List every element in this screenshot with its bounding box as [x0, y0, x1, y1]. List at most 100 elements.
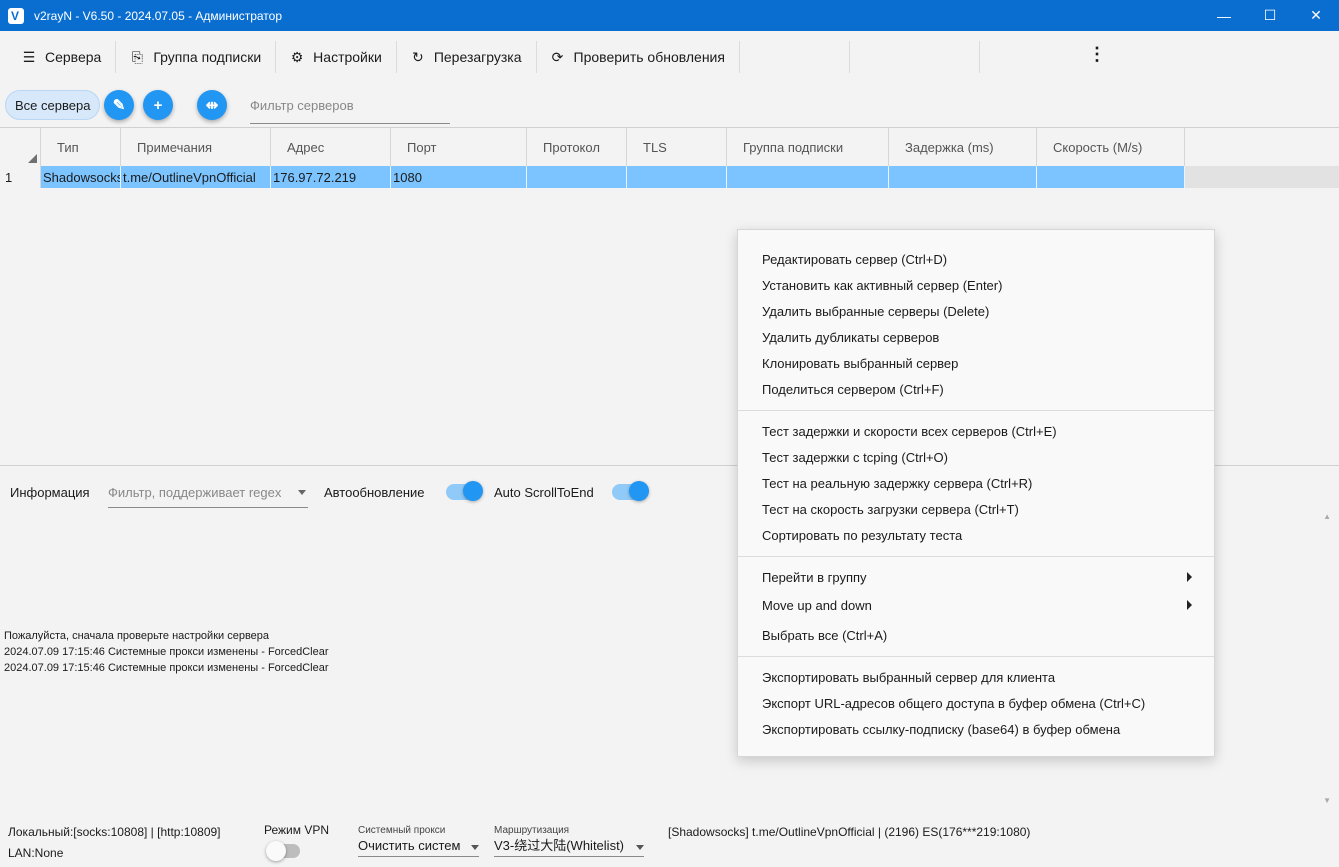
settings-label: Настройки [313, 49, 382, 65]
menu-item-move-up-down[interactable]: Move up and down [762, 598, 872, 613]
cell-subscription-group[interactable] [727, 166, 889, 188]
menu-item-sort-by-test[interactable]: Сортировать по результату теста [762, 528, 962, 543]
vpn-mode-toggle[interactable] [268, 844, 300, 858]
toggle-knob [629, 481, 649, 501]
pencil-icon: ✎ [113, 96, 126, 114]
check-updates-button[interactable]: ⟳ Проверить обновления [537, 41, 740, 73]
column-header-tls[interactable]: TLS [627, 128, 727, 166]
log-line: 2024.07.09 17:15:46 Системные прокси изм… [4, 660, 329, 676]
check-updates-label: Проверить обновления [574, 49, 725, 65]
menu-item-test-all[interactable]: Тест задержки и скорости всех серверов (… [762, 424, 1057, 439]
cell-remarks[interactable]: t.me/OutlineVpnOfficial [121, 166, 271, 188]
reload-button[interactable]: ↻ Перезагрузка [397, 41, 537, 73]
move-server-button[interactable]: ⇹ [197, 90, 227, 120]
grid-header: Тип Примечания Адрес Порт Протокол TLS Г… [0, 128, 1185, 166]
server-context-menu: Редактировать сервер (Ctrl+D) Установить… [737, 229, 1215, 757]
chevron-down-icon [471, 845, 479, 850]
cell-speed[interactable] [1037, 166, 1185, 188]
routing-value: V3-绕过大陆(Whitelist) [494, 838, 624, 853]
subscription-icon: ⎘ [130, 49, 144, 66]
chevron-down-icon [636, 845, 644, 850]
edit-group-button[interactable]: ✎ [104, 90, 134, 120]
scroll-down-icon[interactable]: ▼ [1323, 796, 1331, 805]
menu-item-export-share-urls[interactable]: Экспорт URL-адресов общего доступа в буф… [762, 696, 1145, 711]
menu-item-select-all[interactable]: Выбрать все (Ctrl+A) [762, 628, 887, 643]
column-header-type[interactable]: Тип [41, 128, 121, 166]
auto-scroll-label: Auto ScrollToEnd [494, 485, 594, 500]
system-proxy-value: Очистить систем [358, 838, 460, 853]
cell-tls[interactable] [627, 166, 727, 188]
log-line: 2024.07.09 17:15:46 Системные прокси изм… [4, 644, 329, 660]
subscription-group-label: Группа подписки [153, 49, 261, 65]
servers-button[interactable]: ☰ Сервера [8, 41, 116, 73]
menu-item-clone-server[interactable]: Клонировать выбранный сервер [762, 356, 958, 371]
server-list-icon: ☰ [22, 49, 36, 66]
plus-icon: + [154, 97, 163, 114]
cell-protocol[interactable] [527, 166, 627, 188]
row-number: 1 [0, 166, 41, 188]
close-button[interactable]: ✕ [1293, 0, 1339, 31]
menu-item-set-active[interactable]: Установить как активный сервер (Enter) [762, 278, 1002, 293]
table-row[interactable]: 1 Shadowsocks t.me/OutlineVpnOfficial 17… [0, 166, 1339, 188]
cell-type[interactable]: Shadowsocks [41, 166, 121, 188]
v2rayn-logo-icon [8, 8, 24, 24]
log-filter-field[interactable] [108, 478, 308, 508]
menu-item-share-server[interactable]: Поделиться сервером (Ctrl+F) [762, 382, 944, 397]
column-header-protocol[interactable]: Протокол [527, 128, 627, 166]
title-bar: v2rayN - V6.50 - 2024.07.05 - Администра… [0, 0, 1339, 31]
submenu-arrow-icon [1187, 600, 1192, 610]
subscription-group-button[interactable]: ⎘ Группа подписки [116, 41, 276, 73]
menu-item-delete-selected[interactable]: Удалить выбранные серверы (Delete) [762, 304, 989, 319]
column-header-delay[interactable]: Задержка (ms) [889, 128, 1037, 166]
maximize-button[interactable]: ☐ [1247, 0, 1293, 31]
auto-refresh-toggle[interactable] [446, 484, 480, 500]
column-header-speed[interactable]: Скорость (M/s) [1037, 128, 1185, 166]
chevron-down-icon[interactable] [298, 490, 306, 495]
info-label: Информация [10, 485, 90, 500]
menu-item-edit-server[interactable]: Редактировать сервер (Ctrl+D) [762, 252, 947, 267]
column-header-address[interactable]: Адрес [271, 128, 391, 166]
reload-icon: ↻ [411, 49, 425, 66]
routing-select[interactable]: V3-绕过大陆(Whitelist) [494, 837, 644, 857]
all-servers-tab[interactable]: Все сервера [5, 90, 100, 120]
cell-delay[interactable] [889, 166, 1037, 188]
cell-port[interactable]: 1080 [391, 166, 527, 188]
server-filter-input[interactable] [250, 90, 450, 120]
menu-item-delete-duplicates[interactable]: Удалить дубликаты серверов [762, 330, 939, 345]
log-output: Пожалуйста, сначала проверьте настройки … [4, 628, 329, 676]
servers-label: Сервера [45, 49, 101, 65]
toggle-knob [266, 841, 286, 861]
menu-item-test-tcping[interactable]: Тест задержки с tcping (Ctrl+O) [762, 450, 948, 465]
server-filter-row: Все сервера ✎ + ⇹ [0, 86, 1339, 126]
settings-button[interactable]: ⚙ Настройки [276, 41, 397, 73]
system-proxy-select[interactable]: Очистить систем [358, 837, 479, 857]
add-group-button[interactable]: + [143, 90, 173, 120]
log-line: Пожалуйста, сначала проверьте настройки … [4, 628, 329, 644]
minimize-button[interactable]: — [1201, 0, 1247, 31]
help-button[interactable] [740, 41, 850, 73]
submenu-arrow-icon [1187, 572, 1192, 582]
scroll-up-icon[interactable]: ▲ [1323, 512, 1331, 521]
server-filter-field[interactable] [250, 90, 450, 124]
reload-label: Перезагрузка [434, 49, 522, 65]
routing-caption: Маршрутизация [494, 825, 569, 836]
menu-item-goto-group[interactable]: Перейти в группу [762, 570, 867, 585]
main-toolbar: ☰ Сервера ⎘ Группа подписки ⚙ Настройки … [0, 31, 1339, 83]
menu-item-test-speed[interactable]: Тест на скорость загрузки сервера (Ctrl+… [762, 502, 1019, 517]
column-header-remarks[interactable]: Примечания [121, 128, 271, 166]
cell-address[interactable]: 176.97.72.219 [271, 166, 391, 188]
log-filter-input[interactable] [108, 478, 288, 506]
more-menu-icon[interactable]: ⋮ [1088, 45, 1106, 63]
status-bar: Локальный:[socks:10808] | [http:10809] L… [0, 815, 1339, 867]
select-all-corner[interactable] [0, 128, 41, 166]
menu-item-export-subscription[interactable]: Экспортировать ссылку-подписку (base64) … [762, 722, 1120, 737]
window-title: v2rayN - V6.50 - 2024.07.05 - Администра… [34, 9, 282, 23]
promotion-button[interactable] [850, 41, 980, 73]
auto-scroll-toggle[interactable] [612, 484, 646, 500]
system-proxy-caption: Системный прокси [358, 825, 445, 836]
column-header-subscription-group[interactable]: Группа подписки [727, 128, 889, 166]
column-header-port[interactable]: Порт [391, 128, 527, 166]
vpn-mode-label: Режим VPN [264, 823, 329, 837]
menu-item-test-real-delay[interactable]: Тест на реальную задержку сервера (Ctrl+… [762, 476, 1032, 491]
menu-item-export-client[interactable]: Экспортировать выбранный сервер для клие… [762, 670, 1055, 685]
